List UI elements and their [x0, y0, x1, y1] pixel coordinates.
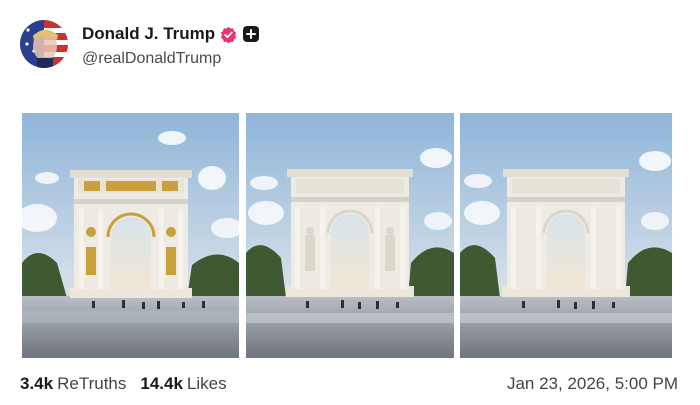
post-image-1[interactable] — [22, 113, 239, 358]
retruths-stat[interactable]: 3.4k ReTruths — [20, 374, 126, 394]
truth-post: Donald J. Trump @realDonaldTrump 3.4k Re… — [0, 0, 700, 405]
author-avatar[interactable] — [20, 20, 68, 68]
retruths-count: 3.4k — [20, 374, 54, 393]
post-image-3[interactable] — [460, 113, 672, 358]
author-name-row: Donald J. Trump — [82, 23, 260, 45]
verified-badge-icon — [220, 26, 237, 44]
retruths-label: ReTruths — [57, 374, 127, 393]
post-image-2[interactable] — [246, 113, 454, 358]
post-timestamp[interactable]: Jan 23, 2026, 5:00 PM — [507, 374, 678, 394]
author-handle[interactable]: @realDonaldTrump — [82, 50, 221, 68]
likes-stat[interactable]: 14.4k Likes — [140, 374, 226, 394]
likes-count: 14.4k — [140, 374, 183, 393]
likes-label: Likes — [186, 374, 227, 393]
plus-badge-icon — [243, 26, 260, 42]
engagement-stats: 3.4k ReTruths 14.4k Likes — [20, 374, 227, 394]
author-display-name[interactable]: Donald J. Trump — [82, 24, 215, 44]
